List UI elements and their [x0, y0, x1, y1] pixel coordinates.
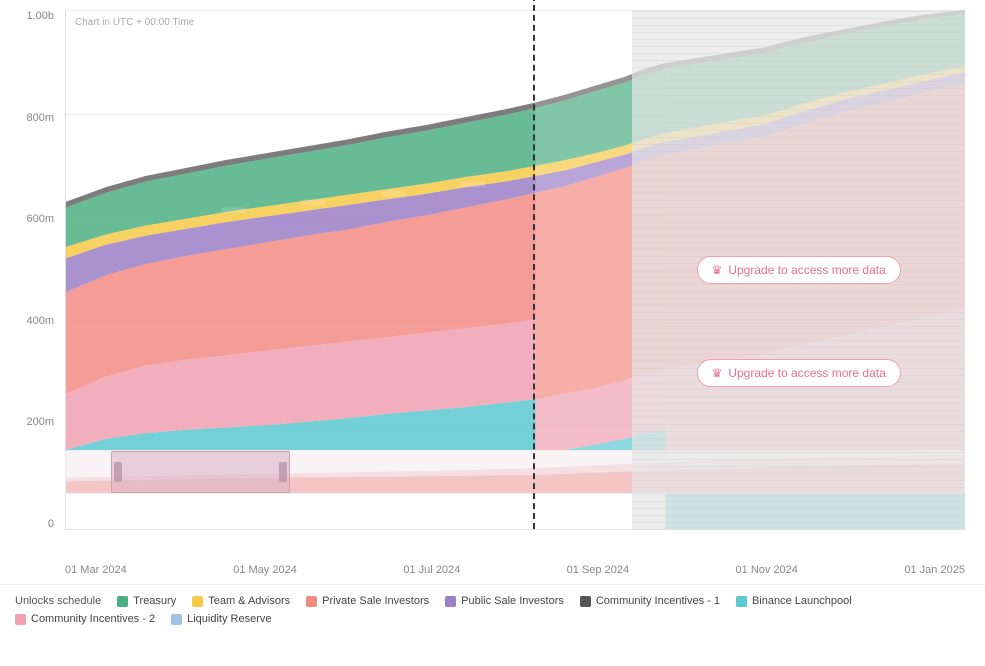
upgrade-text-bottom: Upgrade to access more data: [728, 366, 885, 380]
upgrade-badge-bottom[interactable]: ♛ Upgrade to access more data: [697, 359, 901, 387]
upgrade-badge-top[interactable]: ♛ Upgrade to access more data: [697, 256, 901, 284]
legend-private-sale: Private Sale Investors: [306, 595, 429, 607]
crown-icon: ♛: [712, 263, 723, 277]
today-line: Today: [533, 0, 535, 529]
y-label-200m: 200m: [26, 416, 54, 428]
scrollbar-handle[interactable]: [111, 451, 291, 493]
y-label-0: 0: [48, 518, 54, 530]
community1-label: Community Incentives - 1: [596, 595, 720, 607]
liquidity-dot: [171, 614, 182, 625]
y-label-400m: 400m: [26, 315, 54, 327]
legend-binance: Binance Launchpool: [736, 595, 852, 607]
community2-dot: [15, 614, 26, 625]
y-label-800m: 800m: [26, 112, 54, 124]
x-label-nov: 01 Nov 2024: [736, 564, 798, 576]
x-label-mar: 01 Mar 2024: [65, 564, 127, 576]
y-label-600m: 600m: [26, 213, 54, 225]
private-dot: [306, 596, 317, 607]
upgrade-overlay: ♛ Upgrade to access more data ♛ Upgrade …: [632, 10, 965, 529]
legend-community-2: Community Incentives - 2: [15, 613, 155, 625]
team-label: Team & Advisors: [208, 595, 290, 607]
public-dot: [445, 596, 456, 607]
binance-label: Binance Launchpool: [752, 595, 852, 607]
liquidity-label: Liquidity Reserve: [187, 613, 271, 625]
x-label-jan: 01 Jan 2025: [904, 564, 965, 576]
scrollbar-grip-right: [279, 462, 287, 482]
y-label-1b: 1.00b: [26, 10, 54, 22]
x-label-jul: 01 Jul 2024: [403, 564, 460, 576]
binance-dot: [736, 596, 747, 607]
chart-container: 1.00b 800m 600m 400m 200m 0 Chart in UTC…: [0, 0, 985, 580]
treasury-dot: [117, 596, 128, 607]
legend-public-sale: Public Sale Investors: [445, 595, 564, 607]
private-label: Private Sale Investors: [322, 595, 429, 607]
legend-community-1: Community Incentives - 1: [580, 595, 720, 607]
legend-row-1: Unlocks schedule Treasury Team & Advisor…: [15, 595, 970, 607]
legend: Unlocks schedule Treasury Team & Advisor…: [0, 584, 985, 666]
y-axis: 1.00b 800m 600m 400m 200m 0: [0, 10, 60, 530]
legend-team: Team & Advisors: [192, 595, 290, 607]
legend-liquidity: Liquidity Reserve: [171, 613, 271, 625]
treasury-label: Treasury: [133, 595, 176, 607]
team-dot: [192, 596, 203, 607]
legend-treasury: Treasury: [117, 595, 176, 607]
legend-row-2: Community Incentives - 2 Liquidity Reser…: [15, 613, 970, 625]
community2-label: Community Incentives - 2: [31, 613, 155, 625]
x-label-sep: 01 Sep 2024: [567, 564, 629, 576]
chart-info-label: Chart in UTC + 00:00 Time: [71, 15, 198, 30]
legend-unlocks-label: Unlocks schedule: [15, 595, 101, 607]
community1-dot: [580, 596, 591, 607]
public-label: Public Sale Investors: [461, 595, 564, 607]
unlocks-schedule-label: Unlocks schedule: [15, 595, 101, 607]
crown-icon-2: ♛: [712, 366, 723, 380]
scrollbar-grip-left: [114, 462, 122, 482]
x-axis: 01 Mar 2024 01 May 2024 01 Jul 2024 01 S…: [65, 560, 965, 580]
x-label-may: 01 May 2024: [233, 564, 297, 576]
upgrade-text-top: Upgrade to access more data: [728, 263, 885, 277]
